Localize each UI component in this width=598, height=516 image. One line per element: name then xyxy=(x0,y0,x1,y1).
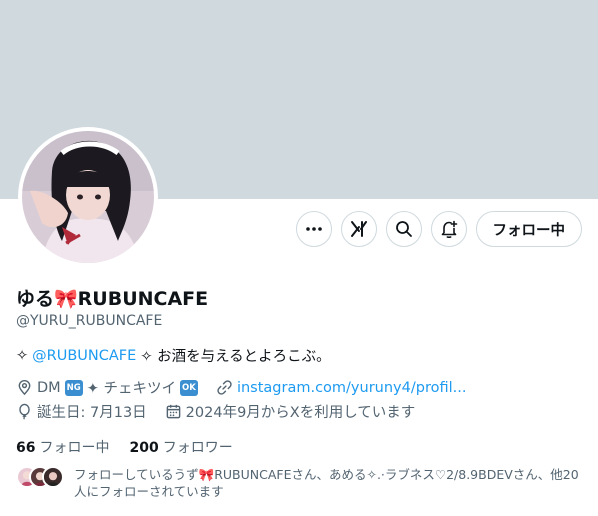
bio-text: ✧ お酒を与えるとよろこぶ。 xyxy=(140,349,331,365)
following-button[interactable]: フォロー中 xyxy=(475,211,582,247)
followed-by-avatars xyxy=(16,466,66,488)
profile-avatar[interactable] xyxy=(18,127,158,267)
more-button[interactable] xyxy=(295,211,332,247)
profile-bio: ✧ @RUBUNCAFE ✧ お酒を与えるとよろこぶ。 xyxy=(16,345,331,366)
follow-counts: 66 フォロー中 200 フォロワー xyxy=(16,437,233,457)
following-count-link[interactable]: 66 フォロー中 xyxy=(16,437,109,457)
grok-button[interactable] xyxy=(340,211,377,247)
ok-badge: OK xyxy=(179,379,198,396)
bio-mention-link[interactable]: @RUBUNCAFE xyxy=(32,348,136,364)
birthday-text: 誕生日: 7月13日 xyxy=(37,405,147,421)
followers-label: フォロワー xyxy=(162,440,233,456)
profile-meta-row-1: DM NG ✦ チェキツイ OK instagram.com/yuruny4/p… xyxy=(16,377,466,398)
notification-button[interactable] xyxy=(430,211,467,247)
more-icon xyxy=(304,219,324,239)
location-pin-icon xyxy=(16,379,33,396)
website-link[interactable]: instagram.com/yuruny4/profil... xyxy=(237,380,467,396)
location-text: DM xyxy=(37,379,61,396)
link-icon xyxy=(216,379,233,396)
grok-icon xyxy=(349,219,369,239)
profile-handle: @YURU_RUBUNCAFE xyxy=(16,313,163,329)
followers-count-link[interactable]: 200 フォロワー xyxy=(129,437,232,457)
mini-avatar xyxy=(42,466,64,488)
profile-actions: フォロー中 xyxy=(295,211,582,247)
avatar-photo xyxy=(22,131,154,263)
followers-count: 200 xyxy=(129,440,159,456)
search-button[interactable] xyxy=(385,211,422,247)
balloon-icon xyxy=(16,403,33,420)
location-mid-text: ✦ チェキツイ xyxy=(86,381,176,397)
followed-by-text: フォローしているうず🎀RUBUNCAFEさん、あめる✧.·ラブネス♡2/8.9B… xyxy=(74,467,579,499)
calendar-icon xyxy=(165,403,182,420)
following-label: フォロー中 xyxy=(39,440,110,456)
profile-name-row: ゆる🎀RUBUNCAFE xyxy=(16,284,208,311)
display-name: ゆる🎀RUBUNCAFE xyxy=(16,288,209,310)
joined-date-text: 2024年9月からXを利用しています xyxy=(185,405,416,421)
notification-bell-icon xyxy=(439,219,459,239)
bio-sparkle: ✧ xyxy=(16,347,29,364)
followed-by-row[interactable]: フォローしているうず🎀RUBUNCAFEさん、あめる✧.·ラブネス♡2/8.9B… xyxy=(16,466,586,500)
following-count: 66 xyxy=(16,440,36,456)
profile-meta-row-2: 誕生日: 7月13日 2024年9月からXを利用しています xyxy=(16,401,415,422)
ng-badge: NG xyxy=(64,379,83,396)
search-icon xyxy=(394,219,414,239)
